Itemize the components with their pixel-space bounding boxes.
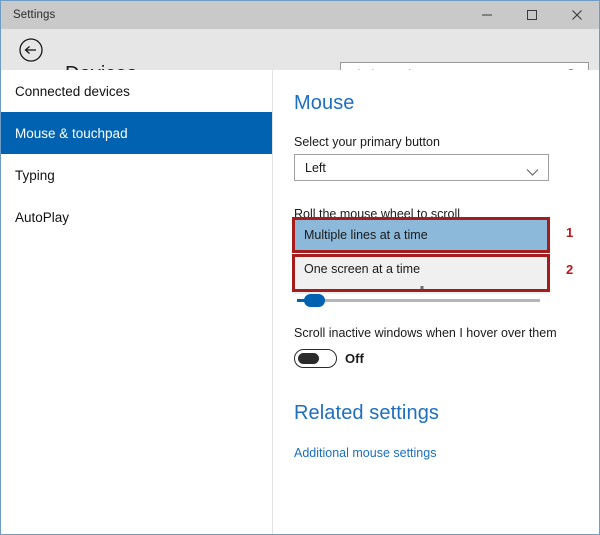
dropdown-scroll-indicator (294, 284, 549, 294)
sidebar-item-label: Typing (15, 167, 55, 183)
header-bar: Devices (1, 29, 599, 88)
mouse-heading: Mouse (294, 92, 355, 114)
sidebar-item-connected-devices[interactable]: Connected devices (1, 70, 272, 112)
inactive-scroll-toggle[interactable] (294, 349, 337, 368)
maximize-icon (526, 10, 537, 20)
back-arrow-icon (19, 38, 43, 62)
close-icon (571, 10, 582, 20)
primary-button-select[interactable]: Left (294, 154, 549, 181)
window-controls (464, 1, 599, 29)
scroll-lines-slider-track[interactable] (297, 299, 540, 302)
inactive-scroll-state: Off (345, 351, 364, 366)
additional-mouse-settings-link[interactable]: Additional mouse settings (294, 446, 436, 460)
maximize-button[interactable] (509, 1, 554, 29)
back-button[interactable] (17, 36, 45, 64)
minimize-icon (481, 14, 492, 16)
dropdown-option-label: One screen at a time (304, 262, 421, 276)
annotation-number-1: 1 (566, 225, 574, 240)
window-title: Settings (13, 9, 56, 21)
scroll-lines-slider-thumb[interactable] (304, 294, 325, 307)
dropdown-option-multiple-lines[interactable]: Multiple lines at a time (294, 220, 549, 250)
related-settings-heading: Related settings (294, 402, 440, 424)
dropdown-option-label: Multiple lines at a time (304, 228, 428, 242)
dropdown-option-one-screen[interactable]: One screen at a time (294, 254, 549, 284)
sidebar: Connected devices Mouse & touchpad Typin… (1, 70, 273, 534)
chevron-down-icon (526, 164, 539, 182)
sidebar-item-label: Mouse & touchpad (15, 125, 128, 141)
minimize-button[interactable] (464, 1, 509, 29)
annotation-number-2: 2 (566, 262, 574, 277)
primary-button-value: Left (305, 160, 326, 175)
title-bar: Settings (1, 1, 599, 29)
primary-button-label: Select your primary button (294, 135, 440, 149)
settings-window: Settings Find a setting Connected device… (0, 0, 600, 535)
sidebar-item-autoplay[interactable]: AutoPlay (1, 196, 272, 238)
toggle-knob (298, 352, 319, 364)
sidebar-item-label: AutoPlay (15, 209, 70, 225)
close-button[interactable] (554, 1, 599, 29)
scroll-setting-label: Roll the mouse wheel to scroll (294, 207, 461, 221)
scroll-mode-dropdown-list[interactable]: Multiple lines at a time One screen at a… (294, 220, 549, 294)
sidebar-item-mouse-touchpad[interactable]: Mouse & touchpad (1, 112, 272, 154)
sidebar-item-typing[interactable]: Typing (1, 154, 272, 196)
sidebar-item-label: Connected devices (15, 83, 130, 99)
inactive-scroll-label: Scroll inactive windows when I hover ove… (294, 326, 557, 340)
